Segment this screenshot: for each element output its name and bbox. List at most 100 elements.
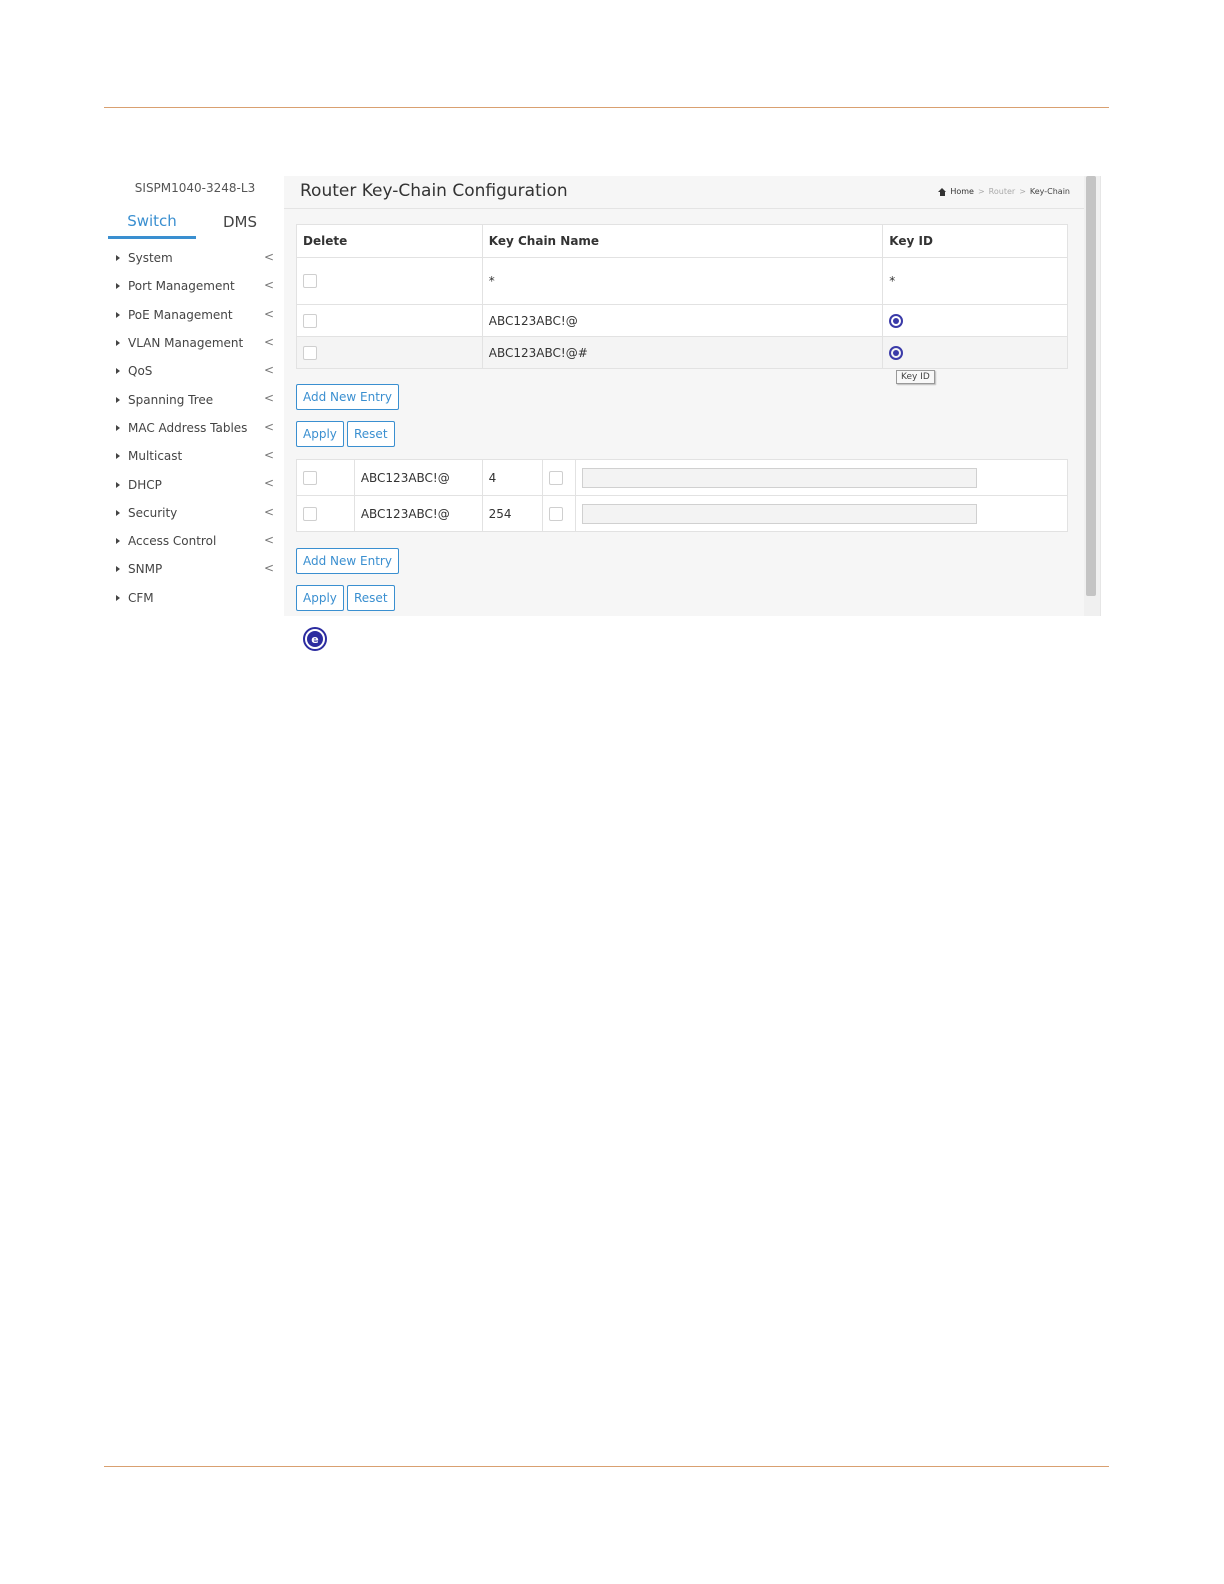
delete-checkbox[interactable] [303,313,317,328]
caret-right-icon [116,538,120,545]
sidebar-item-label: MAC Address Tables [128,420,248,435]
chevron-left-icon: < [263,476,274,491]
delete-header: Delete [296,224,483,258]
sidebar-item-label: Security [128,505,178,520]
sidebar-item-label: SNMP [128,562,163,577]
caret-right-icon [116,283,120,290]
sidebar-item-label: CFM [128,590,154,605]
key-id-header: Key ID [882,224,1068,258]
screenshot-frame: SISPM1040-3248-L3 Switch DMS System < Por… [106,176,1101,616]
key-string-input[interactable] [582,467,978,488]
key-id-cell: 254 [481,495,543,532]
key-chain-name-cell: ABC123ABC!@# [481,336,884,369]
caret-right-icon [116,509,120,516]
add-new-entry-button[interactable]: Add New Entry [296,384,399,410]
sidebar-item-snmp[interactable]: SNMP < [106,555,284,583]
chevron-left-icon: < [263,448,274,463]
table-row: ABC123ABC!@ [296,304,1068,337]
key-string-cell [575,459,1068,496]
sidebar-item-label: Spanning Tree [128,392,214,407]
sidebar-item-label: QoS [128,364,153,379]
delete-cell [296,336,483,369]
sidebar-item-system[interactable]: System < [106,244,284,272]
caret-right-icon [116,566,120,573]
sidebar-item-label: Access Control [128,534,217,549]
edit-icon-glyph: e [307,631,323,647]
home-icon [938,187,947,196]
scrollbar[interactable] [1084,176,1100,616]
delete-cell [296,495,355,532]
key-string-cell [575,495,1068,532]
table-row: * * [296,257,1068,305]
tab-dms[interactable]: DMS [196,205,284,239]
sidebar-item-vlan-management[interactable]: VLAN Management < [106,329,284,357]
sidebar-item-security[interactable]: Security < [106,499,284,527]
sidebar-item-spanning-tree[interactable]: Spanning Tree < [106,385,284,413]
device-name: SISPM1040-3248-L3 [134,181,256,195]
table-row: ABC123ABC!@ 254 [296,495,1068,532]
caret-right-icon [116,311,120,318]
delete-checkbox[interactable] [303,345,317,360]
sidebar-item-mac-address-tables[interactable]: MAC Address Tables < [106,414,284,442]
sidebar-nav: System < Port Management < PoE Management <… [106,244,284,612]
breadcrumb-router[interactable]: Router [989,187,1016,196]
header-rule [104,107,1109,108]
edit-icon: e [303,627,327,651]
radio-button-icon[interactable] [889,313,904,328]
key-id-cell [882,336,1068,369]
delete-checkbox[interactable] [303,470,317,485]
chevron-left-icon: < [263,391,274,406]
apply-button[interactable]: Apply [296,421,344,447]
chevron-left-icon: < [263,419,274,434]
add-new-entry-button[interactable]: Add New Entry [296,548,399,574]
encrypted-checkbox[interactable] [548,470,563,485]
chevron-left-icon: < [263,278,274,293]
key-chain-name-cell: ABC123ABC!@ [353,459,483,496]
sidebar-item-poe-management[interactable]: PoE Management < [106,301,284,329]
sidebar-item-qos[interactable]: QoS < [106,357,284,385]
tab-switch[interactable]: Switch [108,205,196,239]
breadcrumb-home[interactable]: Home [950,187,974,196]
sidebar-item-cfm[interactable]: CFM [106,584,284,612]
delete-checkbox[interactable] [303,274,317,289]
sidebar-item-label: VLAN Management [128,336,244,351]
reset-button[interactable]: Reset [347,585,395,611]
encrypted-checkbox[interactable] [548,506,563,521]
breadcrumb-separator: > [1019,187,1026,196]
key-chain-name-cell: ABC123ABC!@ [353,495,483,532]
chevron-left-icon: < [263,561,274,576]
key-id-cell: 4 [481,459,543,496]
sidebar-item-dhcp[interactable]: DHCP < [106,470,284,498]
breadcrumb: Home > Router > Key-Chain [938,187,1070,196]
encrypted-cell [541,495,577,532]
table-header-row: Delete Key Chain Name Key ID [296,224,1068,258]
chevron-left-icon: < [263,250,274,264]
sidebar-item-multicast[interactable]: Multicast < [106,442,284,470]
sidebar: SISPM1040-3248-L3 Switch DMS System < Por… [106,176,284,616]
key-id-tooltip: Key ID [896,370,935,384]
chevron-left-icon: < [263,504,274,519]
chevron-left-icon: < [263,532,274,547]
sidebar-item-label: Port Management [128,279,235,294]
footer-rule [104,1466,1109,1467]
encrypted-cell [541,459,577,496]
sidebar-item-label: System [128,251,173,266]
delete-cell [296,257,483,305]
delete-cell [296,459,355,496]
key-chain-name-header: Key Chain Name [481,224,884,258]
sidebar-item-port-management[interactable]: Port Management < [106,272,284,300]
caret-right-icon [116,481,120,488]
key-string-input[interactable] [582,503,978,524]
radio-button-icon[interactable] [889,345,904,360]
delete-checkbox[interactable] [303,506,317,521]
chevron-left-icon: < [263,306,274,321]
delete-cell [296,304,483,337]
main-panel: Router Key-Chain Configuration Home > Ro… [284,176,1084,616]
key-chain-name-cell: ABC123ABC!@ [481,304,884,337]
reset-button[interactable]: Reset [347,421,395,447]
sidebar-item-access-control[interactable]: Access Control < [106,527,284,555]
table-row: ABC123ABC!@ 4 [296,459,1068,496]
scrollbar-thumb[interactable] [1086,176,1096,596]
apply-button[interactable]: Apply [296,585,344,611]
breadcrumb-separator: > [977,187,985,196]
